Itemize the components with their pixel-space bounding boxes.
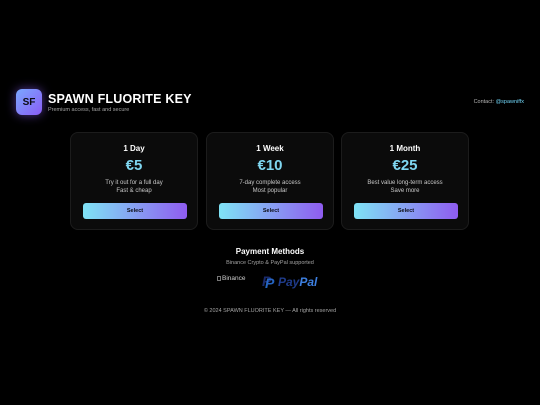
payment-methods-subtitle: Binance Crypto & PayPal supported bbox=[226, 260, 314, 266]
plan-price: €25 bbox=[392, 157, 418, 174]
plan-description: Try it out for a full day bbox=[105, 180, 163, 186]
binance-logo-broken-image: Binance bbox=[217, 275, 246, 282]
pricing-cards: 1 Day €5 Try it out for a full day Fast … bbox=[70, 132, 470, 230]
contact-label: Contact: bbox=[473, 99, 495, 105]
select-day-button[interactable]: Select bbox=[83, 203, 187, 219]
select-month-button[interactable]: Select bbox=[354, 203, 458, 219]
sf-logo-icon: SF bbox=[16, 89, 42, 115]
brand-title: SPAWN FLUORITE KEY bbox=[48, 92, 192, 106]
plan-name: 1 Week bbox=[256, 144, 284, 153]
plan-name: 1 Day bbox=[123, 144, 145, 153]
brand-subtitle: Premium access, fast and secure bbox=[48, 107, 130, 113]
contact-handle-link[interactable]: @spawniffx bbox=[496, 99, 524, 105]
plan-description: 7-day complete access bbox=[239, 180, 301, 186]
plan-price: €5 bbox=[125, 157, 143, 174]
payment-methods-title: Payment Methods bbox=[235, 247, 305, 256]
paypal-wordmark: PayPal bbox=[278, 275, 318, 289]
header: SF SPAWN FLUORITE KEY Premium access, fa… bbox=[16, 89, 524, 117]
paypal-mark-icon: P P bbox=[262, 273, 275, 291]
plan-tagline: Save more bbox=[390, 188, 420, 194]
plan-description: Best value long-term access bbox=[367, 180, 443, 186]
plan-card-month: 1 Month €25 Best value long-term access … bbox=[341, 132, 469, 230]
contact-info: Contact: @spawniffx bbox=[474, 99, 524, 105]
plan-price: €10 bbox=[257, 157, 283, 174]
plan-card-day: 1 Day €5 Try it out for a full day Fast … bbox=[70, 132, 198, 230]
footer-copyright: © 2024 SPAWN FLUORITE KEY — All rights r… bbox=[203, 308, 337, 314]
paypal-logo-icon: P P PayPal bbox=[262, 273, 318, 291]
plan-tagline: Fast & cheap bbox=[116, 188, 152, 194]
select-week-button[interactable]: Select bbox=[219, 203, 323, 219]
plan-tagline: Most popular bbox=[252, 188, 288, 194]
plan-name: 1 Month bbox=[389, 144, 421, 153]
broken-image-icon bbox=[217, 276, 221, 281]
binance-alt-text: Binance bbox=[222, 275, 246, 282]
plan-card-week: 1 Week €10 7-day complete access Most po… bbox=[206, 132, 334, 230]
